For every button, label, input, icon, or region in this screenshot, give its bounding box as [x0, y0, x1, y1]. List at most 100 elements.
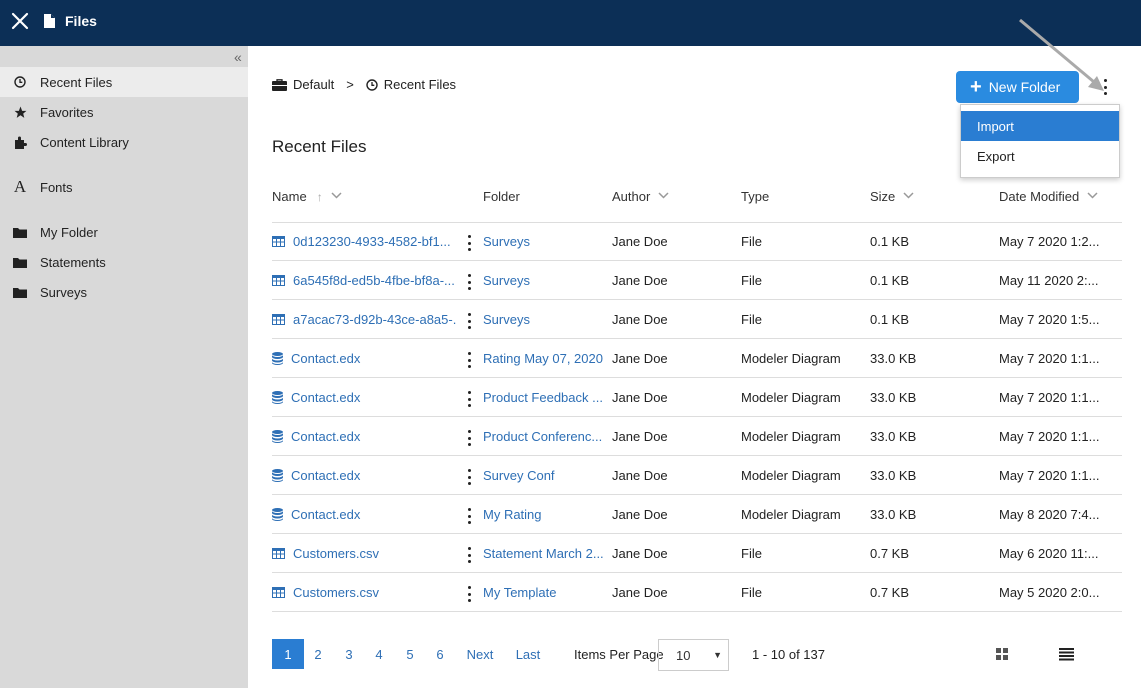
list-view-icon[interactable]	[1059, 639, 1074, 669]
sidebar-item-my-folder[interactable]: My Folder	[0, 217, 248, 247]
folder-link[interactable]: Surveys	[483, 273, 530, 288]
column-label: Folder	[483, 189, 520, 204]
file-name-link[interactable]: 6a545f8d-ed5b-4fbe-bf8a-...	[293, 273, 455, 288]
file-name-link[interactable]: a7acac73-d92b-43ce-a8a5-...	[293, 312, 457, 327]
grid-view-icon[interactable]	[996, 639, 1008, 669]
folder-link[interactable]: Product Conferenc...	[483, 429, 602, 444]
sidebar-item-statements[interactable]: Statements	[0, 247, 248, 277]
chevron-down-icon[interactable]	[903, 191, 914, 202]
folder-link[interactable]: Surveys	[483, 312, 530, 327]
file-name-link[interactable]: Contact.edx	[291, 390, 360, 405]
table-row[interactable]: Customers.csv Statement March 2... Jane Do…	[272, 534, 1122, 573]
table-row[interactable]: Customers.csv My Template Jane Doe File 0.7 …	[272, 573, 1122, 612]
sidebar-item-content-library[interactable]: Content Library	[0, 127, 248, 157]
row-options-icon[interactable]	[466, 391, 472, 407]
size-text: 0.1 KB	[870, 233, 910, 249]
folder-link[interactable]: Surveys	[483, 234, 530, 249]
pagination: 1 2 3 4 5 6 Next Last Items Per Page 10 …	[272, 639, 1122, 671]
folder-link[interactable]: Rating May 07, 2020	[483, 351, 603, 366]
author-text: Jane Doe	[612, 584, 668, 600]
column-header-date-modified[interactable]: Date Modified	[999, 189, 1098, 204]
table-row[interactable]: Contact.edx Product Feedback ... Jane Doe M…	[272, 378, 1122, 417]
folder-link[interactable]: Survey Conf	[483, 468, 555, 483]
sidebar-item-surveys[interactable]: Surveys	[0, 277, 248, 307]
table-icon	[272, 547, 285, 559]
author-text: Jane Doe	[612, 272, 668, 288]
folder-link[interactable]: My Template	[483, 585, 556, 600]
row-options-icon[interactable]	[466, 313, 472, 329]
chevron-down-icon[interactable]	[331, 191, 342, 202]
sidebar: « Recent Files Favorites Content Library…	[0, 46, 248, 688]
file-name-link[interactable]: Contact.edx	[291, 468, 360, 483]
column-header-folder[interactable]: Folder	[483, 189, 520, 204]
file-name-link[interactable]: Customers.csv	[293, 546, 379, 561]
column-header-type[interactable]: Type	[741, 189, 769, 204]
row-options-icon[interactable]	[466, 469, 472, 485]
date-modified-text: May 5 2020 2:0...	[999, 584, 1100, 600]
column-label: Size	[870, 189, 896, 204]
size-text: 33.0 KB	[870, 428, 917, 444]
next-page-button[interactable]: Next	[464, 639, 496, 669]
breadcrumb-default[interactable]: Default	[293, 77, 334, 92]
chevron-down-icon[interactable]	[1087, 191, 1098, 202]
page-4-button[interactable]: 4	[369, 639, 389, 669]
database-icon	[272, 468, 283, 482]
folder-link[interactable]: My Rating	[483, 507, 542, 522]
file-name-link[interactable]: Customers.csv	[293, 585, 379, 600]
size-text: 33.0 KB	[870, 467, 917, 483]
row-options-icon[interactable]	[466, 235, 472, 251]
column-header-size[interactable]: Size	[870, 189, 914, 204]
folder-link[interactable]: Product Feedback ...	[483, 390, 603, 405]
type-text: File	[741, 311, 762, 327]
sidebar-item-recent-files[interactable]: Recent Files	[0, 67, 248, 97]
row-options-icon[interactable]	[466, 352, 472, 368]
file-name-link[interactable]: Contact.edx	[291, 429, 360, 444]
menu-item-export[interactable]: Export	[961, 141, 1119, 171]
column-header-author[interactable]: Author	[612, 189, 669, 204]
type-text: File	[741, 584, 762, 600]
row-options-icon[interactable]	[466, 430, 472, 446]
table-row[interactable]: Contact.edx My Rating Jane Doe Modeler Diag…	[272, 495, 1122, 534]
page-5-button[interactable]: 5	[400, 639, 420, 669]
table-row[interactable]: Contact.edx Survey Conf Jane Doe Modeler Di…	[272, 456, 1122, 495]
page-1-button[interactable]: 1	[272, 639, 304, 669]
table-icon	[272, 274, 285, 286]
row-options-icon[interactable]	[466, 274, 472, 290]
items-per-page-select[interactable]: 10 ▼	[658, 639, 729, 671]
collapse-sidebar-icon[interactable]: «	[234, 49, 242, 65]
star-icon	[11, 106, 29, 119]
column-label: Name	[272, 189, 307, 204]
file-name-link[interactable]: Contact.edx	[291, 507, 360, 522]
author-text: Jane Doe	[612, 467, 668, 483]
folder-icon	[11, 287, 29, 298]
date-modified-text: May 11 2020 2:...	[999, 272, 1099, 288]
page-6-button[interactable]: 6	[430, 639, 450, 669]
row-options-icon[interactable]	[466, 547, 472, 563]
sidebar-item-favorites[interactable]: Favorites	[0, 97, 248, 127]
database-icon	[272, 390, 283, 404]
chevron-down-icon[interactable]	[658, 191, 669, 202]
page-2-button[interactable]: 2	[308, 639, 328, 669]
table-row[interactable]: 0d123230-4933-4582-bf1... Surveys Jane Doe…	[272, 222, 1122, 261]
table-row[interactable]: Contact.edx Product Conferenc... Jane Doe M…	[272, 417, 1122, 456]
last-page-button[interactable]: Last	[514, 639, 542, 669]
pointer-arrow-annotation	[1019, 18, 1104, 91]
sidebar-item-label: Surveys	[40, 284, 87, 300]
table-row[interactable]: Contact.edx Rating May 07, 2020 Jane Doe Mo…	[272, 339, 1122, 378]
items-per-page-label: Items Per Page	[574, 646, 664, 662]
row-options-icon[interactable]	[466, 586, 472, 602]
folder-link[interactable]: Statement March 2...	[483, 546, 604, 561]
close-icon[interactable]	[10, 11, 30, 31]
page-3-button[interactable]: 3	[339, 639, 359, 669]
row-options-icon[interactable]	[466, 508, 472, 524]
sidebar-item-fonts[interactable]: A Fonts	[0, 172, 248, 202]
column-header-name[interactable]: Name ↑	[272, 189, 342, 204]
author-text: Jane Doe	[612, 350, 668, 366]
items-per-page-value: 10	[676, 647, 691, 663]
sort-ascending-icon[interactable]: ↑	[317, 190, 323, 204]
file-name-link[interactable]: Contact.edx	[291, 351, 360, 366]
file-name-link[interactable]: 0d123230-4933-4582-bf1...	[293, 234, 451, 249]
table-row[interactable]: a7acac73-d92b-43ce-a8a5-... Surveys Jane D…	[272, 300, 1122, 339]
menu-item-import[interactable]: Import	[961, 111, 1119, 141]
table-row[interactable]: 6a545f8d-ed5b-4fbe-bf8a-... Surveys Jane D…	[272, 261, 1122, 300]
